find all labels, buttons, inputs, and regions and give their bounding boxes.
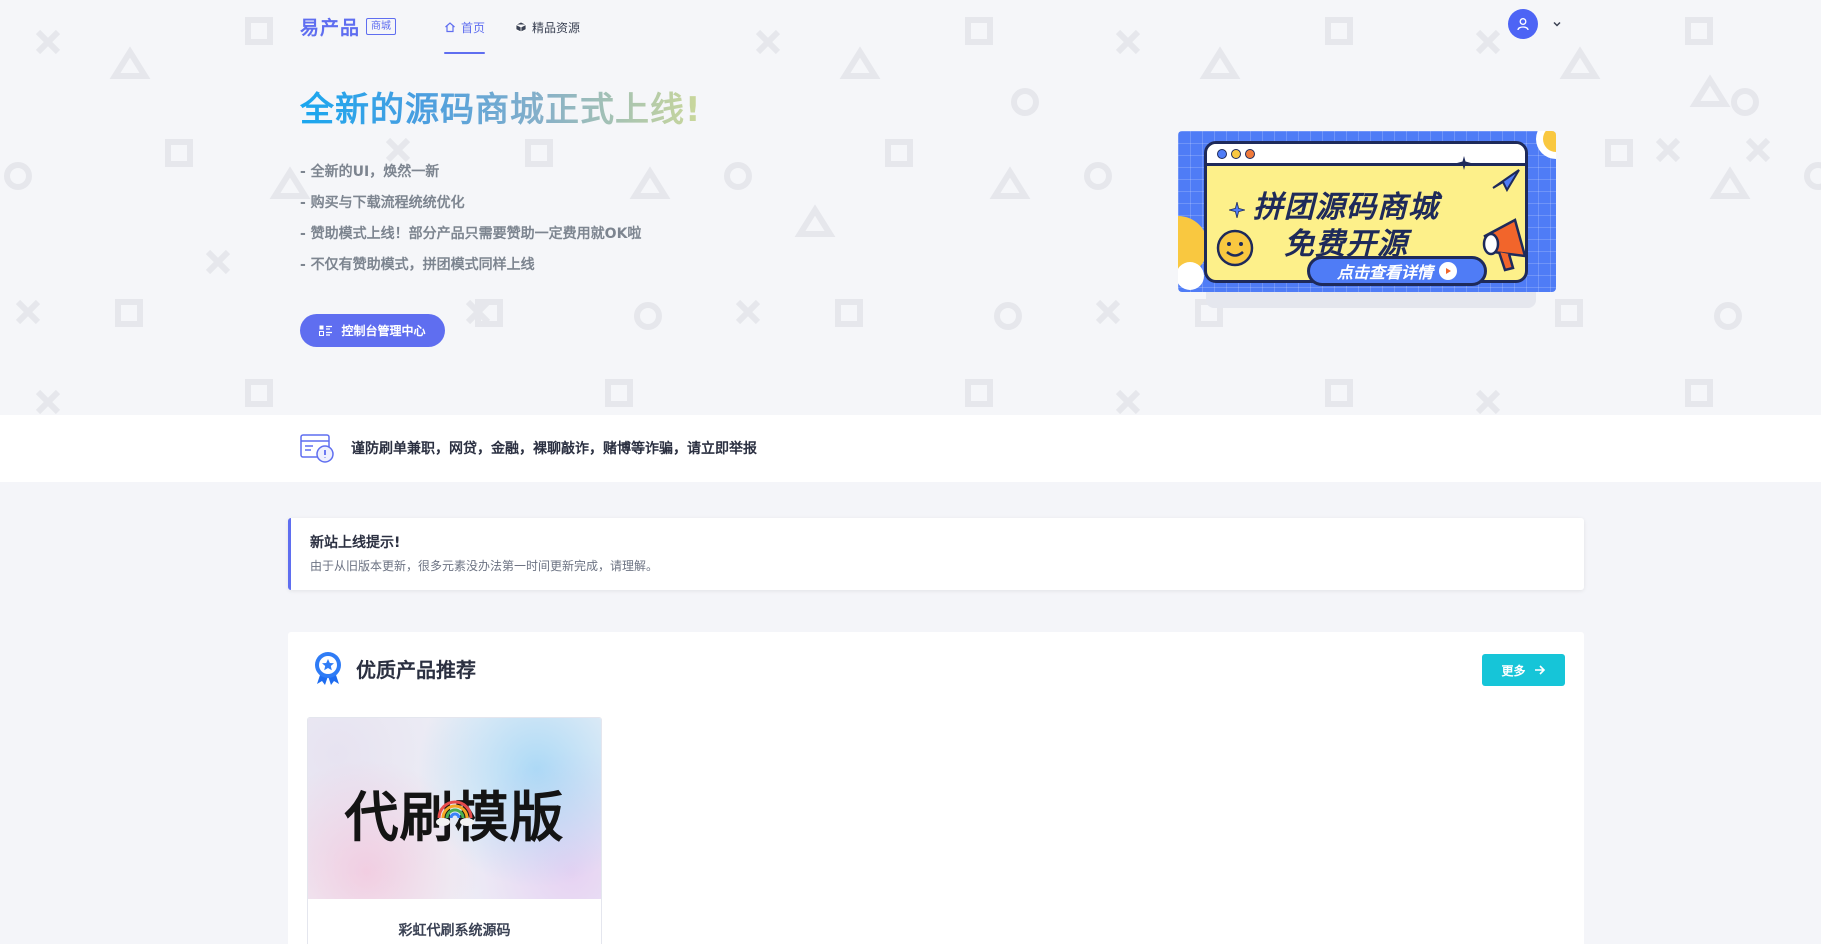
nav-label-resources: 精品资源 — [532, 20, 581, 35]
rainbow-icon — [436, 800, 474, 826]
recommended-products-section: 优质产品推荐 更多 代刷模版 彩虹代刷系统源码 — [288, 632, 1584, 944]
feature-item: - 全新的UI，焕然一新 — [300, 164, 440, 180]
logo-text: 易产品 — [300, 17, 361, 39]
nav-label-home: 首页 — [461, 20, 486, 35]
home-icon — [444, 21, 456, 33]
site-logo[interactable]: 易产品 商城 — [300, 13, 397, 40]
top-navbar: 易产品 商城 首页 精品资源 — [0, 0, 1821, 54]
sparkle-icon — [1457, 156, 1471, 170]
alert-body: 由于从旧版本更新，很多元素没办法第一时间更新完成，请理解。 — [310, 559, 659, 573]
site-alert: 新站上线提示! 由于从旧版本更新，很多元素没办法第一时间更新完成，请理解。 — [288, 518, 1584, 590]
banner-cta-button[interactable]: 点击查看详情 — [1307, 256, 1487, 286]
console-button[interactable]: 控制台管理中心 — [300, 314, 445, 347]
section-title: 优质产品推荐 — [356, 658, 476, 682]
chevron-down-icon[interactable] — [1552, 19, 1562, 29]
window-dot — [1231, 149, 1241, 159]
user-menu[interactable] — [1508, 9, 1562, 39]
cube-icon — [515, 21, 527, 33]
notice-text: 谨防刷单兼职，网贷，金融，裸聊敲诈，赌博等诈骗，请立即举报 — [351, 441, 757, 457]
arrow-right-icon — [1534, 664, 1546, 676]
window-dot — [1245, 149, 1255, 159]
banner-cta-label: 点击查看详情 — [1336, 263, 1433, 282]
nav-item-resources[interactable]: 精品资源 — [515, 0, 580, 54]
warning-card-icon — [300, 432, 336, 468]
nav-item-home[interactable]: 首页 — [444, 0, 486, 54]
product-thumbnail[interactable]: 代刷模版 — [308, 718, 601, 899]
product-name: 彩虹代刷系统源码 — [398, 923, 511, 939]
product-card[interactable]: 代刷模版 彩虹代刷系统源码 — [307, 717, 602, 944]
feature-item: - 购买与下载流程统统优化 — [300, 195, 465, 211]
console-button-label: 控制台管理中心 — [341, 324, 426, 338]
more-button-label: 更多 — [1501, 663, 1526, 678]
hero-title: 全新的源码商城正式上线! — [300, 82, 702, 131]
alert-title: 新站上线提示! — [310, 535, 401, 551]
feature-list: - 全新的UI，焕然一新 - 购买与下载流程统统优化 - 赞助模式上线！部分产品… — [300, 160, 641, 284]
smiley-icon — [1216, 229, 1254, 267]
sparkle-icon — [1229, 202, 1245, 218]
banner-window-bar — [1207, 144, 1525, 166]
window-dot — [1217, 149, 1227, 159]
dashboard-icon — [319, 325, 333, 337]
feature-item: - 不仅有赞助模式，拼团模式同样上线 — [300, 257, 535, 273]
user-icon[interactable] — [1508, 9, 1538, 39]
megaphone-icon — [1482, 218, 1527, 272]
play-icon — [1439, 262, 1457, 280]
paper-plane-icon — [1492, 169, 1520, 192]
logo-badge: 商城 — [366, 18, 397, 35]
banner-window: 拼团源码商城 免费开源 点击查看详情 — [1204, 141, 1528, 286]
promo-banner[interactable]: 拼团源码商城 免费开源 点击查看详情 — [1178, 131, 1556, 292]
award-badge-icon — [312, 650, 344, 690]
more-button[interactable]: 更多 — [1482, 654, 1565, 686]
feature-item: - 赞助模式上线！部分产品只需要赞助一定费用就OK啦 — [300, 226, 642, 242]
fraud-notice-bar: 谨防刷单兼职，网贷，金融，裸聊敲诈，赌博等诈骗，请立即举报 — [0, 415, 1821, 482]
main-nav: 首页 精品资源 — [444, 0, 610, 54]
